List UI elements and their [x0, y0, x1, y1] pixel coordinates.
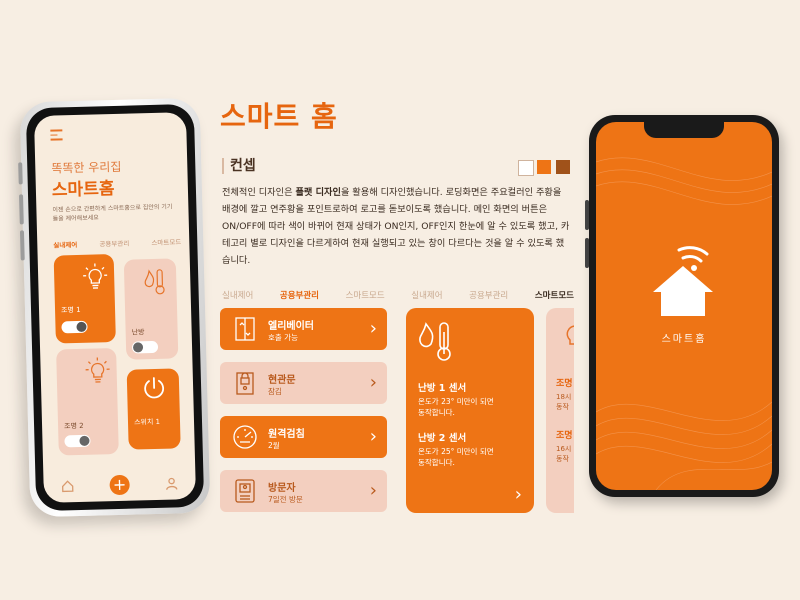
light-2-toggle[interactable]: [64, 434, 91, 448]
menu-icon[interactable]: [50, 129, 63, 143]
splash-app-name: 스마트홈: [661, 334, 707, 345]
sensor-1-desc: 온도가 23° 미만이 되면: [418, 397, 494, 406]
bottom-nav: +: [43, 467, 196, 503]
visitor-row[interactable]: 방문자 7일전 방문 ›: [220, 470, 387, 512]
heating-sensor-card[interactable]: 난방 1 센서 온도가 23° 미만이 되면 동작합니다. 난방 2 센서 온도…: [406, 308, 534, 513]
side-button: [19, 194, 24, 225]
tab-common-management[interactable]: 공용부관리: [280, 289, 319, 301]
heating-card[interactable]: 난방: [123, 258, 179, 360]
switch-1-card[interactable]: 스위치 1: [126, 368, 181, 450]
lightbulb-icon: [83, 263, 108, 289]
color-swatch-brown: [556, 160, 570, 174]
row-subtitle: 7일전 방문: [268, 495, 303, 504]
chevron-right-icon[interactable]: ›: [515, 484, 522, 505]
front-door-row[interactable]: 현관문 잠김 ›: [220, 362, 387, 404]
tab-smart-mode[interactable]: 스마트모드: [151, 236, 181, 247]
remote-metering-row[interactable]: 원격검침 2월 ›: [220, 416, 387, 458]
lightbulb-icon: [85, 357, 110, 383]
row-subtitle: 호출 가능: [268, 333, 298, 342]
category-tabs: 실내제어 공용부관리 스마트모드: [53, 236, 181, 249]
sensor-2-title: 난방 2 센서: [418, 433, 467, 444]
sensor-2-desc: 동작합니다.: [418, 458, 455, 467]
peek-desc: 동작: [556, 403, 569, 411]
sensor-1-title: 난방 1 센서: [418, 383, 467, 394]
page-title: 스마트 홈: [220, 100, 338, 133]
color-swatch-orange: [537, 160, 551, 174]
app-description: 이젠 손으로 간편하게 스마트홈으로 집안의 기기들을 제어해보세요: [52, 203, 173, 223]
peek-title: 조명: [556, 431, 573, 441]
light-2-card[interactable]: 조명 2: [56, 347, 119, 456]
tab-smart-mode[interactable]: 스마트모드: [535, 289, 574, 301]
concept-heading: 컨셉: [222, 158, 256, 174]
chevron-right-icon: ›: [369, 318, 377, 339]
heating-label: 난방: [131, 328, 145, 337]
side-button: [19, 230, 25, 261]
sensor-1-desc: 동작합니다.: [418, 408, 455, 417]
thermometer-flame-icon: [144, 269, 165, 295]
home-icon[interactable]: [61, 479, 75, 493]
row-title: 방문자: [268, 483, 296, 494]
row-title: 엘리베이터: [268, 321, 314, 332]
chevron-right-icon: ›: [369, 480, 377, 501]
gauge-icon: [233, 425, 257, 449]
color-swatch-white: [518, 160, 534, 176]
chevron-right-icon: ›: [369, 372, 377, 393]
light-1-card[interactable]: 조명 1: [53, 254, 116, 344]
row-title: 원격검침: [268, 429, 305, 440]
concept-description: 전체적인 디자인은 플랫 디자인을 활용해 디자인했습니다. 로딩화면은 주요컬…: [222, 187, 570, 266]
peek-desc: 16시: [556, 445, 572, 453]
elevator-icon: [235, 317, 255, 341]
user-icon[interactable]: [164, 476, 178, 490]
light-2-label: 조명 2: [63, 421, 84, 431]
chevron-right-icon: ›: [369, 426, 377, 447]
app-title: 스마트홈: [51, 178, 115, 201]
elevator-row[interactable]: 엘리베이터 호출 가능 ›: [220, 308, 387, 350]
tab-indoor-control[interactable]: 실내제어: [411, 289, 442, 301]
door-lock-icon: [236, 372, 254, 395]
intercom-icon: [235, 479, 255, 503]
thermometer-flame-icon: [419, 322, 451, 361]
light-1-toggle[interactable]: [61, 320, 88, 334]
row-subtitle: 잠김: [268, 387, 282, 396]
heating-toggle[interactable]: [131, 340, 159, 354]
splash-screen: 스마트홈: [596, 122, 772, 490]
row-subtitle: 2월: [268, 441, 280, 450]
right-phone-mockup: 스마트홈: [589, 115, 779, 497]
phone-notch: [644, 122, 724, 138]
tab-smart-mode[interactable]: 스마트모드: [346, 289, 385, 301]
tab-common-management[interactable]: 공용부관리: [469, 289, 508, 301]
tab-indoor-control[interactable]: 실내제어: [222, 289, 253, 301]
add-button[interactable]: +: [109, 474, 130, 496]
tab-common-management[interactable]: 공용부관리: [99, 238, 129, 249]
smart-home-logo-icon: [653, 246, 713, 316]
middle-category-tabs: 실내제어 공용부관리 스마트모드 실내제어 공용부관리 스마트모드: [222, 289, 574, 301]
power-icon: [144, 377, 165, 399]
side-button: [18, 162, 23, 185]
peek-title: 조명: [556, 379, 573, 389]
light-1-label: 조명 1: [60, 305, 81, 315]
sensor-2-desc: 온도가 25° 미만이 되면: [418, 447, 494, 456]
lighting-schedule-card-peek[interactable]: 조명 18시 동작 조명 16시 동작: [546, 308, 574, 513]
left-phone-mockup: 똑똑한 우리집 스마트홈 이젠 손으로 간편하게 스마트홈으로 집안의 기기들을…: [18, 97, 211, 518]
lightbulb-icon: [566, 325, 574, 345]
peek-desc: 18시: [556, 393, 572, 401]
left-phone-screen: 똑똑한 우리집 스마트홈 이젠 손으로 간편하게 스마트홈으로 집안의 기기들을…: [33, 112, 197, 503]
tab-indoor-control[interactable]: 실내제어: [53, 239, 77, 250]
switch-1-label: 스위치 1: [133, 417, 161, 427]
peek-desc: 동작: [556, 455, 569, 463]
row-title: 현관문: [268, 375, 296, 386]
